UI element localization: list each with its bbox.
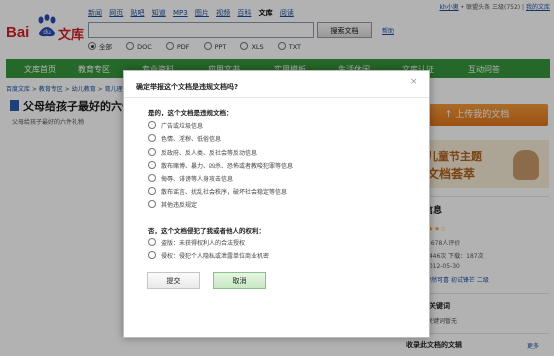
option-other[interactable]: 其他违反规定: [148, 200, 197, 209]
divider: [124, 97, 429, 98]
radio-icon: [148, 238, 156, 246]
radio-icon: [148, 187, 156, 195]
radio-icon: [148, 174, 156, 182]
radio-icon: [148, 134, 156, 142]
option-violence[interactable]: 散布赌博、暴力、凶杀、恐怖或者教唆犯罪等信息: [148, 161, 293, 170]
option-rumor[interactable]: 散布谣言、扰乱社会秩序，破坏社会稳定等信息: [148, 187, 287, 196]
radio-icon: [148, 148, 156, 156]
option-spam[interactable]: 广告或垃圾信息: [148, 121, 203, 130]
option-insult[interactable]: 侮辱、诽谤等人身攻击信息: [148, 174, 233, 183]
submit-button[interactable]: 提交: [147, 272, 200, 289]
question-violation: 是的，这个文档是违规文档：: [148, 109, 233, 117]
dialog-title: 确定举报这个文档是违规文档吗?: [136, 83, 239, 91]
question-infringement: 否，这个文档侵犯了我或者他人的权利：: [148, 227, 265, 235]
radio-icon: [148, 200, 156, 208]
radio-icon: [148, 161, 156, 169]
cancel-button[interactable]: 取消: [213, 272, 266, 289]
close-icon[interactable]: ×: [410, 77, 418, 87]
option-reactionary[interactable]: 反政府、反人类、反社会等反动信息: [148, 148, 257, 157]
option-piracy[interactable]: 盗版：未获得权利人的合法授权: [148, 238, 245, 247]
option-privacy[interactable]: 侵权：侵犯个人隐私或泄露单位商业机密: [148, 251, 269, 260]
radio-icon: [148, 121, 156, 129]
option-porn[interactable]: 色情、淫秽、低俗信息: [148, 134, 221, 143]
radio-icon: [148, 251, 156, 259]
report-dialog: 确定举报这个文档是违规文档吗? × 是的，这个文档是违规文档： 广告或垃圾信息 …: [123, 70, 430, 338]
